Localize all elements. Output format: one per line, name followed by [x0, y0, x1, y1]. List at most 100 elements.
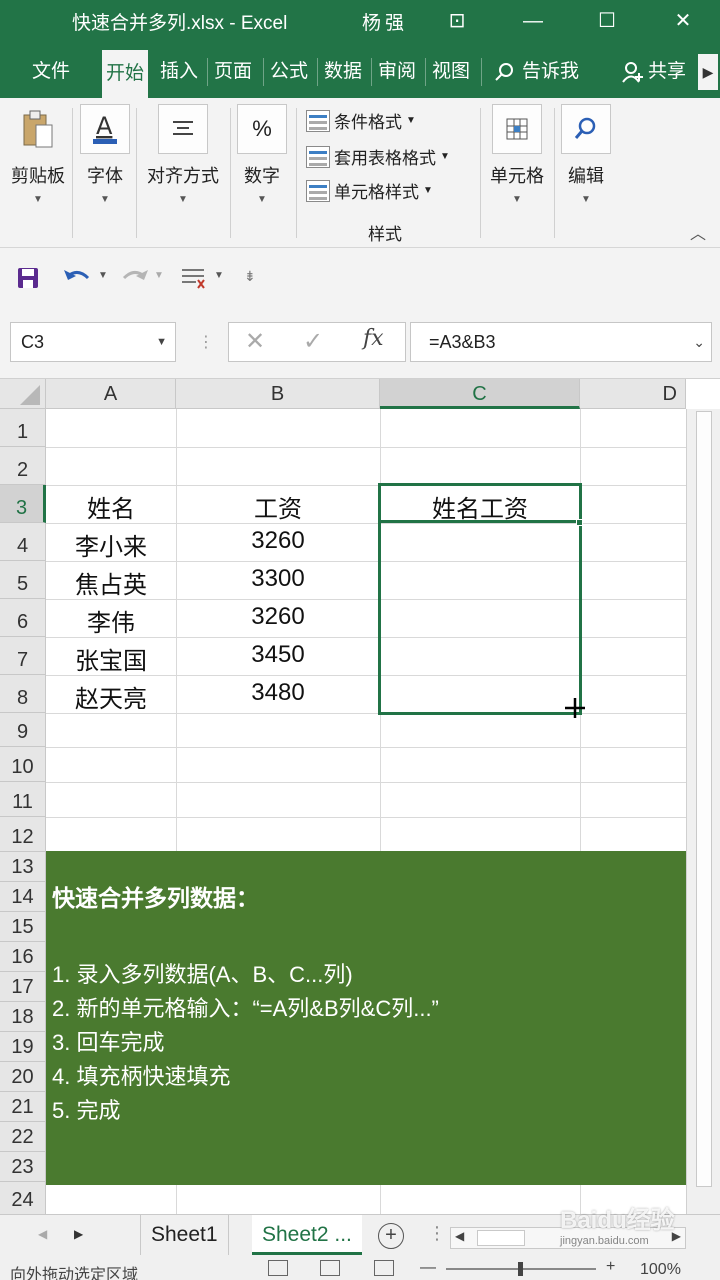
- cells-group[interactable]: 单元格 ▼: [486, 104, 548, 205]
- alignment-group[interactable]: 对齐方式 ▼: [142, 104, 224, 205]
- cell-b5[interactable]: 3300: [176, 565, 380, 593]
- row-header-10[interactable]: 10: [0, 747, 46, 782]
- row-header-7[interactable]: 7: [0, 637, 46, 675]
- conditional-format-button[interactable]: 条件格式 ▼: [306, 108, 416, 133]
- close-icon[interactable]: ✕: [668, 6, 698, 36]
- row-header-17[interactable]: 17: [0, 972, 46, 1002]
- cell-b3[interactable]: 工资: [176, 489, 380, 524]
- cell-b8[interactable]: 3480: [176, 679, 380, 707]
- row-header-1[interactable]: 1: [0, 409, 46, 447]
- row-header-15[interactable]: 15: [0, 912, 46, 942]
- cell-a4[interactable]: 李小来: [46, 527, 176, 562]
- row-header-19[interactable]: 19: [0, 1032, 46, 1062]
- add-sheet-icon[interactable]: +: [378, 1223, 404, 1249]
- row-header-22[interactable]: 22: [0, 1122, 46, 1152]
- maximize-icon[interactable]: ☐: [592, 6, 622, 36]
- sheet-tab-sheet1[interactable]: Sheet1: [140, 1215, 229, 1255]
- tab-data[interactable]: 数据: [324, 58, 362, 86]
- cell-a3[interactable]: 姓名: [46, 489, 176, 524]
- row-header-18[interactable]: 18: [0, 1002, 46, 1032]
- name-box[interactable]: C3 ▼: [10, 322, 176, 362]
- tab-view[interactable]: 视图: [432, 58, 470, 86]
- collapse-ribbon-icon[interactable]: ︿: [690, 220, 706, 244]
- cancel-icon[interactable]: ✕: [245, 327, 265, 356]
- row-header-20[interactable]: 20: [0, 1062, 46, 1092]
- tab-file[interactable]: 文件: [32, 58, 70, 86]
- column-header-c[interactable]: C: [380, 379, 580, 409]
- user-name[interactable]: 杨强: [362, 8, 408, 35]
- customize-qat-icon[interactable]: ⇟: [244, 268, 256, 285]
- ribbon-display-options-icon[interactable]: ⊡: [442, 6, 472, 36]
- row-header-4[interactable]: 4: [0, 523, 46, 561]
- clipboard-group[interactable]: 剪贴板 ▼: [8, 104, 68, 205]
- custom-command-icon[interactable]: [180, 264, 210, 292]
- row-header-23[interactable]: 23: [0, 1152, 46, 1182]
- enter-icon[interactable]: ✓: [303, 327, 323, 356]
- zoom-slider[interactable]: [446, 1262, 596, 1276]
- normal-view-icon[interactable]: [268, 1260, 288, 1276]
- row-header-14[interactable]: 14: [0, 882, 46, 912]
- zoom-out-icon[interactable]: —: [420, 1259, 436, 1277]
- row-header-12[interactable]: 12: [0, 817, 46, 852]
- chevron-down-icon[interactable]: ▼: [156, 323, 167, 361]
- row-header-24[interactable]: 24: [0, 1182, 46, 1215]
- undo-dropdown-icon[interactable]: ▼: [98, 270, 108, 281]
- page-break-view-icon[interactable]: [374, 1260, 394, 1276]
- undo-icon[interactable]: [62, 266, 92, 290]
- splitter-handle-icon[interactable]: ⋮: [428, 1223, 446, 1244]
- format-as-table-button[interactable]: 套用表格格式 ▼: [306, 144, 450, 169]
- sheet-tab-sheet2[interactable]: Sheet2 ...: [252, 1215, 362, 1255]
- command-dropdown-icon[interactable]: ▼: [214, 270, 224, 281]
- save-icon[interactable]: [16, 266, 40, 290]
- worksheet-grid[interactable]: A B C D 1 2 3 4 5 6 7 8 9 10 11 12 13 14…: [0, 378, 720, 1215]
- minimize-icon[interactable]: —: [518, 6, 548, 36]
- expand-formula-icon[interactable]: ⌄: [693, 323, 705, 361]
- cell-a8[interactable]: 赵天亮: [46, 679, 176, 714]
- zoom-in-icon[interactable]: +: [606, 1258, 615, 1276]
- cell-styles-button[interactable]: 单元格样式 ▼: [306, 178, 433, 203]
- row-header-2[interactable]: 2: [0, 447, 46, 485]
- cell-a6[interactable]: 李伟: [46, 603, 176, 638]
- cell-a7[interactable]: 张宝国: [46, 641, 176, 676]
- fill-handle[interactable]: [576, 519, 583, 526]
- column-header-a[interactable]: A: [46, 379, 176, 409]
- column-header-b[interactable]: B: [176, 379, 380, 409]
- font-group[interactable]: A 字体 ▼: [80, 104, 130, 205]
- tab-home[interactable]: 开始: [102, 50, 149, 98]
- tab-formulas[interactable]: 公式: [270, 58, 308, 86]
- row-header-5[interactable]: 5: [0, 561, 46, 599]
- tabs-scroll-right-icon[interactable]: ▶: [698, 54, 718, 90]
- select-all-corner[interactable]: [0, 379, 46, 409]
- cell-b7[interactable]: 3450: [176, 641, 380, 669]
- row-header-3[interactable]: 3: [0, 485, 46, 523]
- editing-group[interactable]: 编辑 ▼: [560, 104, 612, 205]
- page-layout-view-icon[interactable]: [320, 1260, 340, 1276]
- prev-sheet-icon[interactable]: ◀: [38, 1227, 47, 1241]
- share-button[interactable]: 共享: [622, 58, 686, 86]
- row-header-8[interactable]: 8: [0, 675, 46, 713]
- row-header-16[interactable]: 16: [0, 942, 46, 972]
- cell-b4[interactable]: 3260: [176, 527, 380, 555]
- next-sheet-icon[interactable]: ▶: [74, 1227, 83, 1241]
- vertical-scroll-thumb[interactable]: [696, 411, 712, 1187]
- cell-a5[interactable]: 焦占英: [46, 565, 176, 600]
- row-header-11[interactable]: 11: [0, 782, 46, 817]
- row-header-21[interactable]: 21: [0, 1092, 46, 1122]
- number-group[interactable]: % 数字 ▼: [236, 104, 288, 205]
- column-header-d[interactable]: D: [580, 379, 686, 409]
- cell-b6[interactable]: 3260: [176, 603, 380, 631]
- tell-me-box[interactable]: 告诉我: [494, 58, 579, 86]
- zoom-level[interactable]: 100%: [640, 1261, 681, 1279]
- scroll-left-icon[interactable]: ◀: [455, 1229, 464, 1243]
- tab-review[interactable]: 审阅: [378, 58, 416, 86]
- tab-page-layout[interactable]: 页面: [214, 58, 252, 86]
- insert-function-icon[interactable]: fx: [363, 326, 384, 351]
- tab-insert[interactable]: 插入: [160, 58, 198, 86]
- redo-icon[interactable]: [120, 266, 150, 290]
- formula-input[interactable]: =A3&B3 ⌄: [410, 322, 712, 362]
- zoom-slider-thumb[interactable]: [518, 1262, 523, 1276]
- drag-handle-icon[interactable]: ⋮: [198, 332, 214, 352]
- redo-dropdown-icon[interactable]: ▼: [154, 270, 164, 281]
- vertical-scrollbar[interactable]: [686, 409, 720, 1215]
- horizontal-scroll-thumb[interactable]: [477, 1230, 525, 1246]
